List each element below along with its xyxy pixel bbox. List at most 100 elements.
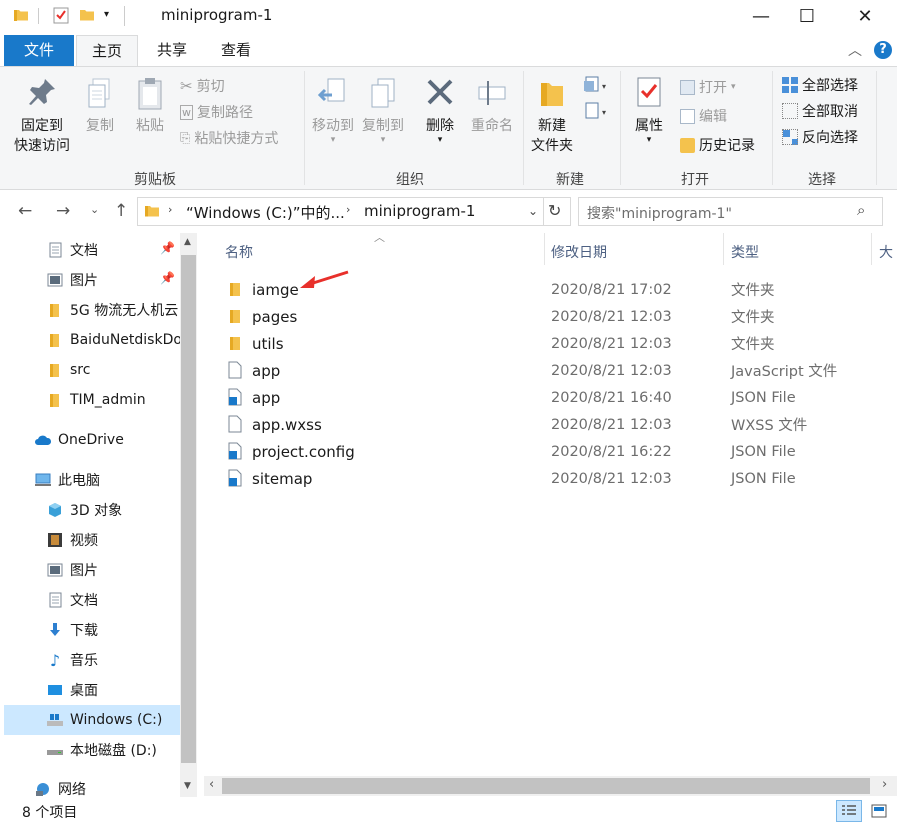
new-item-icon[interactable]: ▾ (582, 75, 610, 99)
cloud-icon (34, 431, 52, 449)
column-header-size[interactable]: 大 (879, 242, 893, 262)
paste-shortcut-button[interactable]: ⎘ 粘贴快捷方式 (180, 128, 278, 148)
table-row[interactable]: app.wxss 2020/8/21 12:03 WXSS 文件 (224, 411, 884, 438)
sidebar-item-onedrive[interactable]: OneDrive (0, 425, 180, 455)
breadcrumb-item-drive[interactable]: “Windows (C:)”中的... (186, 202, 345, 223)
copy-button[interactable]: 复制 (80, 75, 120, 135)
breadcrumb-item-current[interactable]: miniprogram-1 (364, 202, 475, 220)
file-type: JSON File (731, 389, 796, 406)
scroll-up-icon[interactable]: ▲ (184, 237, 191, 247)
maximize-icon: ☐ (798, 6, 816, 27)
up-arrow-icon[interactable]: ↑ (114, 201, 128, 221)
details-view-button[interactable] (836, 800, 862, 822)
horizontal-scrollbar-thumb[interactable] (222, 778, 870, 794)
sidebar-item-desktop[interactable]: 桌面 (0, 675, 180, 705)
forward-arrow-icon[interactable]: → (56, 201, 70, 221)
copy-label: 复制 (86, 118, 114, 134)
sidebar-item-videos[interactable]: 视频 (0, 525, 180, 555)
sidebar-item-downloads[interactable]: 下载 (0, 615, 180, 645)
copy-to-button[interactable]: 复制到 ▾ (358, 75, 408, 145)
new-folder-icon[interactable] (78, 6, 98, 26)
properties-button[interactable]: 属性 ▾ (626, 75, 672, 145)
folder-icon[interactable] (12, 6, 32, 26)
address-bar[interactable]: › “Windows (C:)”中的... › miniprogram-1 ⌄ … (137, 197, 571, 226)
new-folder-button[interactable]: 新建 文件夹 (526, 75, 578, 155)
column-header-type[interactable]: 类型 (731, 242, 759, 262)
history-button[interactable]: 历史记录 (680, 135, 755, 155)
red-arrow-annotation-icon (300, 270, 349, 288)
minimize-button[interactable]: — (738, 0, 784, 33)
paste-button[interactable]: 粘贴 (130, 75, 170, 135)
table-row[interactable]: utils 2020/8/21 12:03 文件夹 (224, 330, 884, 357)
search-placeholder: 搜索"miniprogram-1" (587, 206, 732, 222)
scroll-left-icon[interactable]: ‹ (209, 777, 214, 792)
sidebar-item-documents[interactable]: 文档 📌 (0, 235, 180, 265)
tab-home[interactable]: 主页 (76, 35, 138, 66)
close-button[interactable]: ✕ (842, 0, 888, 33)
scroll-right-icon[interactable]: › (882, 777, 887, 792)
sidebar-item-pictures[interactable]: 图片 📌 (0, 265, 180, 295)
sidebar-item-baidunetdisk[interactable]: BaiduNetdiskDo (0, 325, 180, 355)
breadcrumb-chevron-icon[interactable]: › (346, 203, 350, 216)
refresh-icon[interactable]: ↻ (548, 201, 561, 220)
file-name: app (252, 361, 281, 380)
delete-x-icon (427, 79, 453, 105)
sidebar-item-local-disk-d[interactable]: 本地磁盘 (D:) (0, 735, 180, 765)
sidebar-item-windows-c[interactable]: Windows (C:) (4, 705, 180, 735)
delete-button[interactable]: 删除 ▾ (418, 75, 462, 145)
column-header-date[interactable]: 修改日期 (551, 242, 607, 262)
scroll-down-icon[interactable]: ▼ (184, 781, 191, 791)
paste-shortcut-icon: ⎘ (180, 130, 191, 146)
tab-share[interactable]: 共享 (142, 35, 202, 66)
video-icon (46, 531, 64, 549)
sidebar-item-documents-pc[interactable]: 文档 (0, 585, 180, 615)
address-history-chevron-icon[interactable]: ⌄ (528, 204, 538, 218)
maximize-button[interactable]: ☐ (784, 0, 830, 33)
tab-view[interactable]: 查看 (206, 35, 266, 66)
rename-button[interactable]: 重命名 (466, 75, 518, 135)
sidebar-scrollbar-thumb[interactable] (181, 255, 196, 763)
properties-check-icon[interactable] (52, 6, 72, 26)
copy-path-icon: w (180, 104, 193, 120)
back-arrow-icon[interactable]: ← (18, 201, 32, 221)
qat-dropdown-icon[interactable]: ▾ (104, 9, 109, 20)
invert-selection-icon (782, 129, 798, 145)
search-input[interactable]: 搜索"miniprogram-1" ⌕ (578, 197, 883, 226)
easy-access-icon[interactable]: ▾ (582, 101, 610, 125)
table-row[interactable]: project.config 2020/8/21 16:22 JSON File (224, 438, 884, 465)
pictures-icon (46, 561, 64, 579)
sidebar-item-src[interactable]: src (0, 355, 180, 385)
sidebar-item-5g-drone[interactable]: 5G 物流无人机云 (0, 295, 180, 325)
select-none-button[interactable]: 全部取消 (782, 101, 858, 121)
tab-file[interactable]: 文件 (4, 35, 74, 66)
divider (723, 233, 724, 265)
breadcrumb-chevron-icon[interactable]: › (168, 203, 172, 216)
collapse-ribbon-icon[interactable]: ︿ (848, 40, 862, 60)
sidebar-item-tim-admin[interactable]: TIM_admin (0, 385, 180, 415)
table-row[interactable]: sitemap 2020/8/21 12:03 JSON File (224, 465, 884, 492)
recent-locations-chevron-icon[interactable]: ⌄ (90, 203, 99, 216)
sidebar-item-pictures-pc[interactable]: 图片 (0, 555, 180, 585)
help-icon[interactable]: ? (874, 41, 892, 59)
move-to-button[interactable]: 移动到 ▾ (308, 75, 358, 145)
sidebar-item-music[interactable]: ♪ 音乐 (0, 645, 180, 675)
copy-path-button[interactable]: w 复制路径 (180, 102, 253, 122)
invert-selection-button[interactable]: 反向选择 (782, 127, 858, 147)
sidebar-item-3d-objects[interactable]: 3D 对象 (0, 495, 180, 525)
pin-quick-access-button[interactable]: 固定到 快速访问 (10, 75, 74, 155)
rename-label: 重命名 (471, 118, 513, 134)
table-row[interactable]: app 2020/8/21 16:40 JSON File (224, 384, 884, 411)
scissors-icon: ✂ (180, 77, 193, 95)
folder-icon (144, 203, 160, 223)
music-note-icon: ♪ (49, 650, 61, 670)
sidebar-item-this-pc[interactable]: 此电脑 (0, 465, 180, 495)
table-row[interactable]: app 2020/8/21 12:03 JavaScript 文件 (224, 357, 884, 384)
column-header-name[interactable]: 名称 (225, 242, 253, 262)
select-all-button[interactable]: 全部选择 (782, 75, 858, 95)
large-icons-view-button[interactable] (866, 800, 892, 822)
edit-button[interactable]: 编辑 (680, 106, 727, 126)
cut-button[interactable]: ✂ 剪切 (180, 76, 225, 96)
sidebar-item-label: 图片 (70, 273, 98, 289)
open-button[interactable]: 打开 ▾ (680, 77, 736, 97)
table-row[interactable]: pages 2020/8/21 12:03 文件夹 (224, 303, 884, 330)
